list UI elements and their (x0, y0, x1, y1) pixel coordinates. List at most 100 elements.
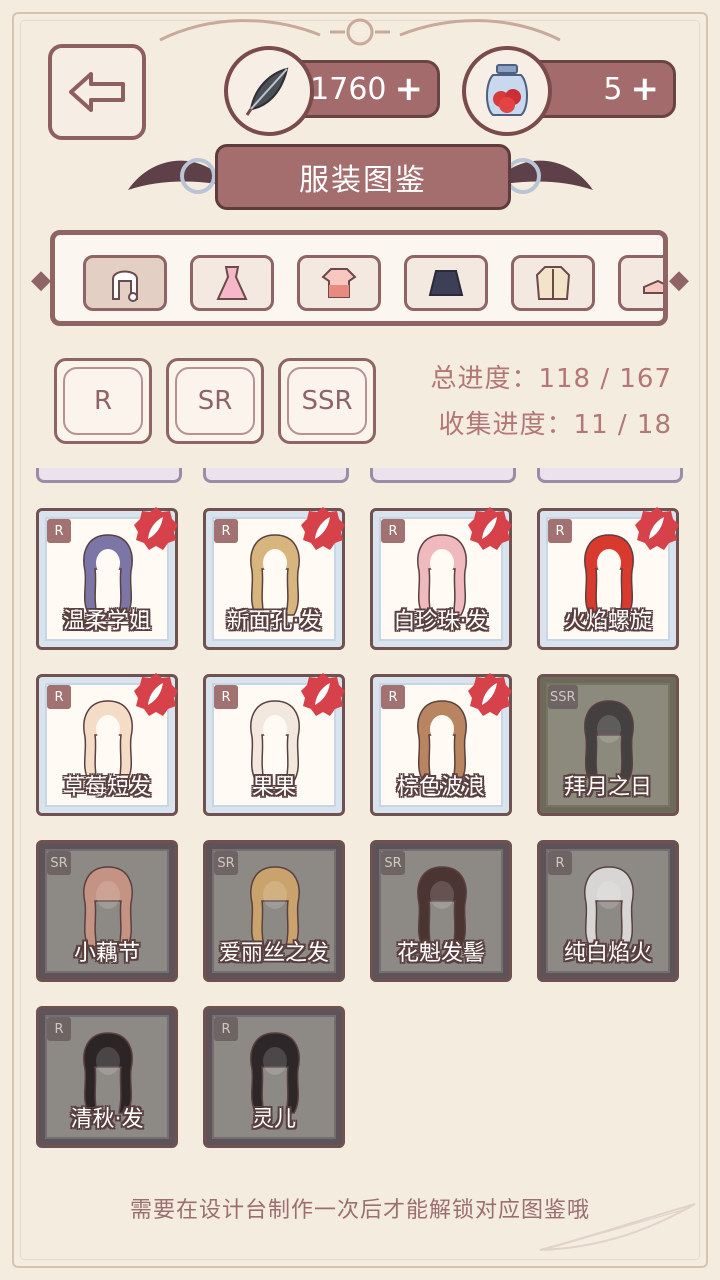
item-card[interactable]: SSR 拜月之日 (537, 674, 679, 816)
add-feathers-button[interactable]: + (395, 69, 424, 109)
filter-r-button[interactable]: R (54, 358, 152, 444)
dress-icon (216, 266, 248, 300)
item-card[interactable]: R 果果 (203, 673, 345, 816)
item-card[interactable]: R 温柔学姐 (36, 507, 178, 650)
filter-sr-label: SR (175, 367, 255, 435)
row-peek (537, 468, 683, 483)
collection-progress: 收集进度：11 / 18 (438, 410, 672, 440)
berry-jar-icon (462, 46, 552, 136)
item-card[interactable]: R 新面孔·发 (203, 507, 345, 650)
rarity-badge: R (214, 1017, 238, 1041)
filter-ssr-button[interactable]: SSR (278, 358, 376, 444)
total-progress: 总进度：118 / 167 (430, 364, 672, 394)
feather-icon (224, 46, 314, 136)
rarity-badge: R (47, 1017, 71, 1041)
back-button[interactable] (48, 44, 146, 140)
rarity-badge: R (548, 851, 572, 875)
rarity-badge: SSR (548, 685, 578, 709)
rarity-badge: R (214, 519, 238, 543)
rarity-badge: R (548, 519, 572, 543)
item-name: 新面孔·发 (226, 609, 322, 634)
add-berries-button[interactable]: + (631, 69, 660, 109)
face-shape (263, 549, 287, 577)
category-bar (50, 230, 668, 326)
feather-count: 1760 (310, 71, 387, 107)
top-ornament-decoration (159, 18, 561, 46)
wax-seal-icon (301, 507, 345, 550)
rarity-badge: R (47, 685, 71, 709)
item-name: 果果 (251, 775, 296, 800)
face-shape (96, 549, 120, 577)
face-shape (430, 549, 454, 577)
wax-seal-icon (301, 673, 345, 716)
rarity-badge: R (214, 685, 238, 709)
filter-sr-button[interactable]: SR (166, 358, 264, 444)
wax-seal-icon (134, 673, 178, 716)
page-title: 服装图鉴 (215, 144, 511, 210)
rarity-badge: SR (47, 851, 71, 875)
category-top[interactable] (297, 255, 381, 311)
wax-seal-icon (468, 507, 512, 550)
rarity-badge: R (381, 519, 405, 543)
face-shape (96, 1047, 120, 1075)
back-arrow-icon (69, 72, 125, 112)
rarity-badge: SR (381, 851, 405, 875)
item-name: 清秋·发 (70, 1107, 144, 1132)
wig-icon (112, 270, 138, 302)
item-card[interactable]: R 棕色波浪 (370, 673, 512, 816)
item-name: 拜月之日 (563, 775, 652, 800)
wax-seal-icon (468, 673, 512, 716)
skirt-icon (428, 270, 464, 296)
item-grid[interactable]: R 温柔学姐 R 新面孔·发 R 白珍珠·发 R 火焰螺旋 R 草莓短发 R 果果 R 棕色波浪 SSR 拜月… (0, 468, 720, 1168)
row-peek (36, 468, 182, 483)
category-dress[interactable] (190, 255, 274, 311)
berry-count: 5 (603, 71, 623, 107)
face-shape (597, 881, 621, 909)
row-peek (203, 468, 349, 483)
item-name: 纯白焰火 (563, 941, 652, 966)
item-name: 小藕节 (73, 941, 140, 966)
item-card[interactable]: R 火焰螺旋 (537, 507, 679, 650)
item-name: 草莓短发 (62, 775, 151, 800)
item-card[interactable]: R 清秋·发 (36, 1006, 178, 1148)
shoe-icon (643, 279, 663, 294)
face-shape (597, 549, 621, 577)
item-name: 棕色波浪 (396, 775, 485, 800)
category-hair[interactable] (83, 255, 167, 311)
item-card[interactable]: R 白珍珠·发 (370, 507, 512, 650)
category-jacket[interactable] (511, 255, 595, 311)
item-name: 爱丽丝之发 (218, 941, 329, 966)
item-name: 灵儿 (251, 1107, 296, 1132)
item-name: 花魁发髻 (396, 941, 485, 966)
filter-r-label: R (63, 367, 143, 435)
category-scroll-right-icon[interactable]: ◆ (668, 260, 690, 300)
rarity-badge: SR (214, 851, 238, 875)
item-card[interactable]: SR 小藕节 (36, 840, 178, 982)
item-card[interactable]: R 灵儿 (203, 1006, 345, 1148)
category-scroll-left-icon[interactable]: ◆ (30, 260, 52, 300)
collection-screen: 1760 + 5 + 服装图鉴 ◆ ◆ R SR SSR 总进度：118 / 1… (0, 0, 720, 1280)
rarity-badge: R (47, 519, 71, 543)
top-icon (321, 268, 357, 298)
face-shape (597, 715, 621, 743)
feather-decoration-icon (539, 1203, 696, 1251)
item-name: 火焰螺旋 (563, 609, 652, 634)
category-skirt[interactable] (404, 255, 488, 311)
rarity-badge: R (381, 685, 405, 709)
jacket-icon (535, 266, 571, 300)
face-shape (430, 715, 454, 743)
item-card[interactable]: R 草莓短发 (36, 673, 178, 816)
face-shape (263, 715, 287, 743)
face-shape (430, 881, 454, 909)
item-card[interactable]: SR 爱丽丝之发 (203, 840, 345, 982)
item-card[interactable]: SR 花魁发髻 (370, 840, 512, 982)
wax-seal-icon (134, 507, 178, 550)
category-shoes[interactable] (618, 255, 663, 311)
face-shape (96, 715, 120, 743)
item-name: 温柔学姐 (62, 609, 151, 634)
filter-ssr-label: SSR (287, 367, 367, 435)
face-shape (96, 881, 120, 909)
item-card[interactable]: R 纯白焰火 (537, 840, 679, 982)
item-name: 白珍珠·发 (393, 609, 489, 634)
face-shape (263, 1047, 287, 1075)
